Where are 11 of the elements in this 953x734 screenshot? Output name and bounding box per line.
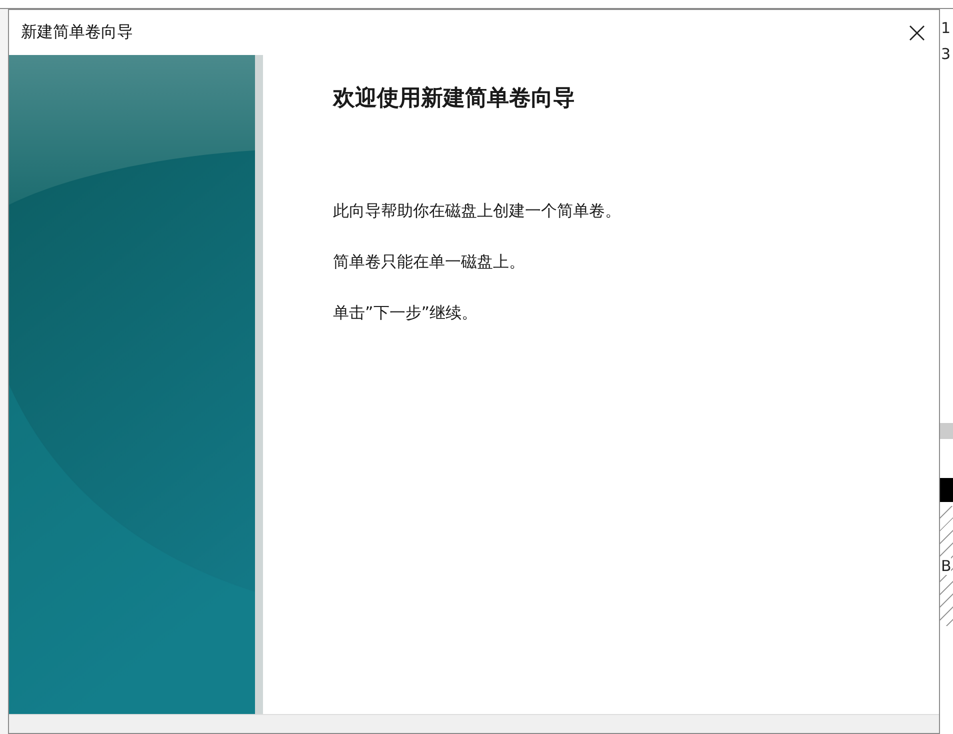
cell-text: 1 <box>940 19 952 37</box>
disk-header-bar <box>940 478 953 502</box>
separator-bar <box>940 423 953 439</box>
cell-text: 3 <box>940 45 952 63</box>
instruction-text: 此向导帮助你在磁盘上创建一个简单卷。 <box>333 201 621 222</box>
window-title: 新建简单卷向导 <box>21 22 133 43</box>
cell-text: B <box>940 557 952 575</box>
close-icon <box>909 24 925 40</box>
instruction-text: 单击”下一步”继续。 <box>333 303 479 324</box>
wizard-heading: 欢迎使用新建简单卷向导 <box>333 84 576 113</box>
instruction-text: 简单卷只能在单一磁盘上。 <box>333 252 526 273</box>
